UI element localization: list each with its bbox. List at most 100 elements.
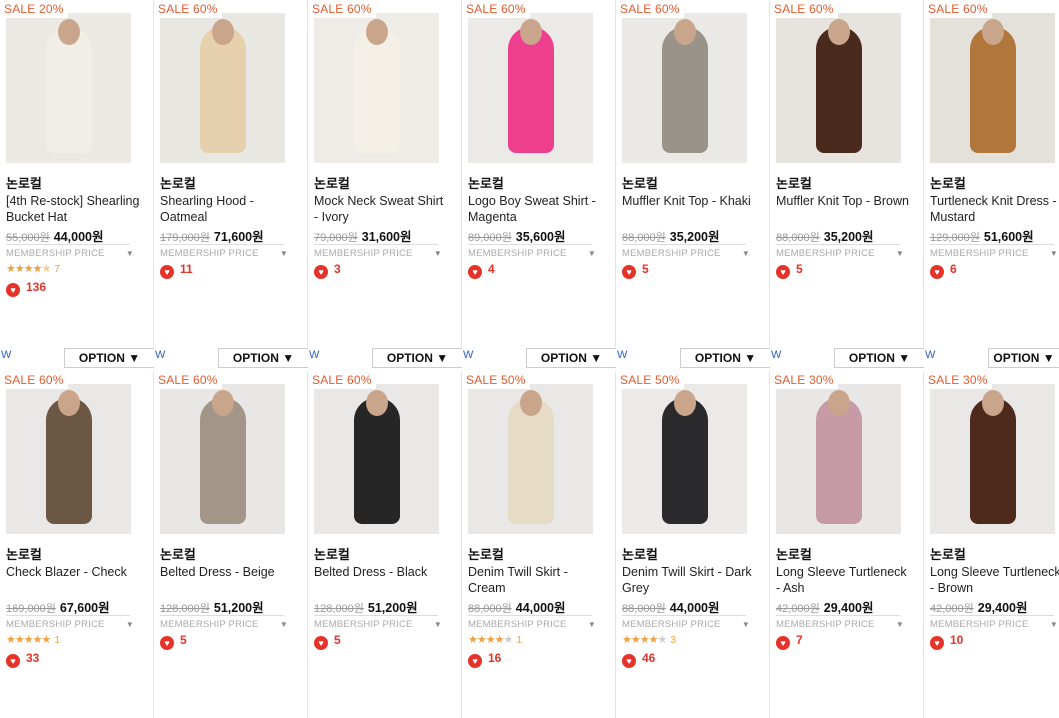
product-name[interactable]: Belted Dress - Black <box>314 564 450 580</box>
product-card[interactable]: SALE 30% 논로컬 Long Sleeve Turtleneck - Br… <box>924 371 1059 718</box>
brand-name[interactable]: 논로컬 <box>6 173 42 192</box>
product-image[interactable] <box>930 13 1055 163</box>
like-button[interactable]: ♥ 7 <box>776 633 803 650</box>
brand-name[interactable]: 논로컬 <box>314 544 350 563</box>
wishlist-link[interactable]: W <box>155 349 165 361</box>
caret-down-icon[interactable]: ▼ <box>588 249 596 258</box>
like-button[interactable]: ♥ 5 <box>314 633 341 650</box>
caret-down-icon[interactable]: ▼ <box>742 620 750 629</box>
like-button[interactable]: ♥ 3 <box>314 262 341 279</box>
brand-name[interactable]: 논로컬 <box>930 173 966 192</box>
product-name[interactable]: Shearling Hood - Oatmeal <box>160 193 296 225</box>
membership-price-toggle[interactable]: MEMBERSHIP PRICE ▼ <box>6 244 134 259</box>
like-button[interactable]: ♥ 5 <box>160 633 187 650</box>
membership-price-toggle[interactable]: MEMBERSHIP PRICE ▼ <box>930 615 1058 630</box>
product-image[interactable] <box>776 384 901 534</box>
product-image[interactable] <box>314 13 439 163</box>
brand-name[interactable]: 논로컬 <box>160 173 196 192</box>
caret-down-icon[interactable]: ▼ <box>896 620 904 629</box>
brand-name[interactable]: 논로컬 <box>468 544 504 563</box>
wishlist-link[interactable]: W <box>1 349 11 361</box>
product-name[interactable]: Denim Twill Skirt - Dark Grey <box>622 564 758 596</box>
product-card[interactable]: SALE 60% 논로컬 Mock Neck Sweat Shirt - Ivo… <box>308 0 462 347</box>
product-name[interactable]: Belted Dress - Beige <box>160 564 296 580</box>
like-button[interactable]: ♥ 4 <box>468 262 495 279</box>
caret-down-icon[interactable]: ▼ <box>434 249 442 258</box>
caret-down-icon[interactable]: ▼ <box>588 620 596 629</box>
brand-name[interactable]: 논로컬 <box>776 544 812 563</box>
brand-name[interactable]: 논로컬 <box>930 544 966 563</box>
product-image[interactable] <box>930 384 1055 534</box>
option-dropdown[interactable]: OPTION ▼ <box>680 348 770 368</box>
like-button[interactable]: ♥ 5 <box>622 262 649 279</box>
wishlist-link[interactable]: W <box>617 349 627 361</box>
product-name[interactable]: Muffler Knit Top - Brown <box>776 193 912 209</box>
product-card[interactable]: SALE 60% 논로컬 Muffler Knit Top - Khaki 88… <box>616 0 770 347</box>
product-image[interactable] <box>622 13 747 163</box>
caret-down-icon[interactable]: ▼ <box>126 249 134 258</box>
like-button[interactable]: ♥ 16 <box>468 651 501 668</box>
product-card[interactable]: SALE 60% 논로컬 Belted Dress - Black 128,00… <box>308 371 462 718</box>
membership-price-toggle[interactable]: MEMBERSHIP PRICE ▼ <box>622 244 750 259</box>
product-name[interactable]: Turtleneck Knit Dress - Mustard <box>930 193 1059 225</box>
caret-down-icon[interactable]: ▼ <box>280 620 288 629</box>
membership-price-toggle[interactable]: MEMBERSHIP PRICE ▼ <box>930 244 1058 259</box>
product-card[interactable]: SALE 50% 논로컬 Denim Twill Skirt - Dark Gr… <box>616 371 770 718</box>
like-button[interactable]: ♥ 33 <box>6 651 39 668</box>
wishlist-link[interactable]: W <box>463 349 473 361</box>
product-card[interactable]: SALE 60% 논로컬 Muffler Knit Top - Brown 88… <box>770 0 924 347</box>
product-name[interactable]: Denim Twill Skirt - Cream <box>468 564 604 596</box>
product-name[interactable]: Check Blazer - Check <box>6 564 142 580</box>
product-name[interactable]: Long Sleeve Turtleneck - Brown <box>930 564 1059 596</box>
membership-price-toggle[interactable]: MEMBERSHIP PRICE ▼ <box>468 244 596 259</box>
wishlist-link[interactable]: W <box>309 349 319 361</box>
option-dropdown[interactable]: OPTION ▼ <box>988 348 1059 368</box>
product-image[interactable] <box>160 13 285 163</box>
caret-down-icon[interactable]: ▼ <box>1050 620 1058 629</box>
option-dropdown[interactable]: OPTION ▼ <box>64 348 154 368</box>
caret-down-icon[interactable]: ▼ <box>742 249 750 258</box>
option-dropdown[interactable]: OPTION ▼ <box>526 348 616 368</box>
membership-price-toggle[interactable]: MEMBERSHIP PRICE ▼ <box>622 615 750 630</box>
product-image[interactable] <box>622 384 747 534</box>
brand-name[interactable]: 논로컬 <box>622 173 658 192</box>
product-card[interactable]: SALE 60% 논로컬 Turtleneck Knit Dress - Mus… <box>924 0 1059 347</box>
product-image[interactable] <box>468 13 593 163</box>
product-card[interactable]: SALE 60% 논로컬 Logo Boy Sweat Shirt - Mage… <box>462 0 616 347</box>
brand-name[interactable]: 논로컬 <box>6 544 42 563</box>
caret-down-icon[interactable]: ▼ <box>1050 249 1058 258</box>
product-image[interactable] <box>468 384 593 534</box>
product-name[interactable]: Muffler Knit Top - Khaki <box>622 193 758 209</box>
membership-price-toggle[interactable]: MEMBERSHIP PRICE ▼ <box>468 615 596 630</box>
like-button[interactable]: ♥ 46 <box>622 651 655 668</box>
brand-name[interactable]: 논로컬 <box>314 173 350 192</box>
brand-name[interactable]: 논로컬 <box>776 173 812 192</box>
membership-price-toggle[interactable]: MEMBERSHIP PRICE ▼ <box>160 244 288 259</box>
option-dropdown[interactable]: OPTION ▼ <box>834 348 924 368</box>
membership-price-toggle[interactable]: MEMBERSHIP PRICE ▼ <box>776 615 904 630</box>
product-image[interactable] <box>6 384 131 534</box>
membership-price-toggle[interactable]: MEMBERSHIP PRICE ▼ <box>160 615 288 630</box>
product-card[interactable]: SALE 60% 논로컬 Shearling Hood - Oatmeal 17… <box>154 0 308 347</box>
wishlist-link[interactable]: W <box>771 349 781 361</box>
like-button[interactable]: ♥ 10 <box>930 633 963 650</box>
caret-down-icon[interactable]: ▼ <box>896 249 904 258</box>
product-name[interactable]: Mock Neck Sweat Shirt - Ivory <box>314 193 450 225</box>
product-name[interactable]: [4th Re-stock] Shearling Bucket Hat <box>6 193 142 225</box>
product-card[interactable]: SALE 60% 논로컬 Belted Dress - Beige 128,00… <box>154 371 308 718</box>
membership-price-toggle[interactable]: MEMBERSHIP PRICE ▼ <box>314 615 442 630</box>
product-image[interactable] <box>6 13 131 163</box>
product-card[interactable]: SALE 60% 논로컬 Check Blazer - Check 169,00… <box>0 371 154 718</box>
like-button[interactable]: ♥ 11 <box>160 262 193 279</box>
caret-down-icon[interactable]: ▼ <box>126 620 134 629</box>
product-image[interactable] <box>160 384 285 534</box>
wishlist-link[interactable]: W <box>925 349 935 361</box>
like-button[interactable]: ♥ 6 <box>930 262 957 279</box>
brand-name[interactable]: 논로컬 <box>160 544 196 563</box>
membership-price-toggle[interactable]: MEMBERSHIP PRICE ▼ <box>314 244 442 259</box>
like-button[interactable]: ♥ 5 <box>776 262 803 279</box>
product-name[interactable]: Logo Boy Sweat Shirt - Magenta <box>468 193 604 225</box>
product-card[interactable]: SALE 30% 논로컬 Long Sleeve Turtleneck - As… <box>770 371 924 718</box>
membership-price-toggle[interactable]: MEMBERSHIP PRICE ▼ <box>6 615 134 630</box>
product-image[interactable] <box>314 384 439 534</box>
